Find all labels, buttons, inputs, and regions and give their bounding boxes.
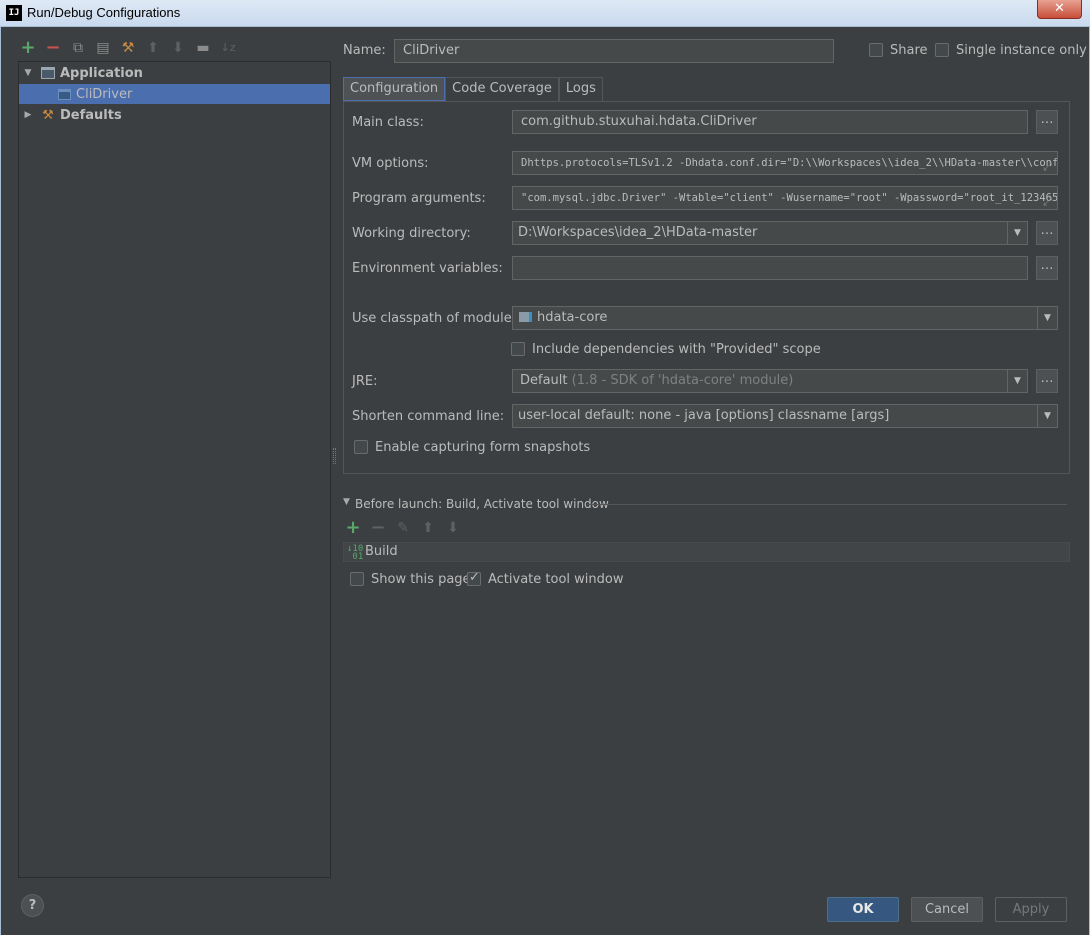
- window-title: Run/Debug Configurations: [27, 5, 181, 20]
- shorten-command-line-label: Shorten command line:: [352, 409, 505, 424]
- tree-item-clidriver[interactable]: CliDriver: [19, 84, 330, 104]
- add-icon[interactable]: +: [20, 39, 36, 57]
- collapse-arrow-icon[interactable]: ▶: [22, 110, 34, 120]
- edit-task-icon[interactable]: ✎: [395, 520, 411, 536]
- build-task-label: Build: [365, 544, 398, 559]
- working-directory-combo[interactable]: D:\Workspaces\idea_2\HData-master ▼: [512, 221, 1028, 245]
- edit-defaults-icon[interactable]: ⚒: [120, 40, 136, 56]
- move-down-icon[interactable]: ⬇: [170, 40, 186, 56]
- activate-tool-window-checkbox[interactable]: [467, 570, 481, 586]
- tree-item-defaults[interactable]: ▶ ⚒ Defaults: [19, 105, 330, 125]
- module-folder-icon: [519, 312, 532, 322]
- defaults-wrench-icon: ⚒: [42, 107, 54, 123]
- share-checkbox[interactable]: [869, 43, 883, 57]
- single-instance-checkbox[interactable]: [935, 43, 949, 57]
- main-class-browse-button[interactable]: …: [1036, 110, 1058, 134]
- add-task-icon[interactable]: +: [345, 519, 361, 537]
- expand-icon[interactable]: ⤢: [1043, 156, 1052, 174]
- program-arguments-label: Program arguments:: [352, 191, 486, 206]
- main-class-field[interactable]: com.github.stuxuhai.hdata.CliDriver: [512, 110, 1028, 134]
- build-binary-icon: ↓10 01: [347, 544, 364, 562]
- working-directory-browse-button[interactable]: …: [1036, 221, 1058, 245]
- panel-splitter[interactable]: [333, 448, 336, 464]
- include-provided-label: Include dependencies with "Provided" sco…: [532, 342, 821, 357]
- single-instance-label: Single instance only: [956, 43, 1087, 58]
- jre-label: JRE:: [352, 374, 378, 389]
- save-icon[interactable]: ▤: [95, 40, 111, 56]
- program-arguments-field[interactable]: "com.mysql.jdbc.Driver" -Wtable="client"…: [512, 186, 1058, 210]
- environment-variables-browse-button[interactable]: …: [1036, 256, 1058, 280]
- before-launch-collapse-icon[interactable]: ▼: [343, 497, 350, 507]
- remove-task-icon[interactable]: −: [370, 519, 386, 537]
- name-label: Name:: [343, 43, 386, 58]
- show-this-page-checkbox[interactable]: [350, 572, 364, 586]
- activate-tool-window-label: Activate tool window: [488, 572, 624, 587]
- vm-options-label: VM options:: [352, 156, 429, 171]
- apply-button[interactable]: Apply: [995, 897, 1067, 922]
- copy-icon[interactable]: ⧉: [70, 40, 86, 56]
- working-directory-value: D:\Workspaces\idea_2\HData-master: [518, 225, 758, 240]
- tree-item-label: Defaults: [60, 107, 122, 123]
- remove-icon[interactable]: −: [45, 39, 61, 57]
- sort-icon[interactable]: ↓z: [220, 40, 236, 56]
- tab-configuration[interactable]: Configuration: [343, 77, 446, 101]
- before-launch-toolbar: + − ✎ ⬆ ⬇: [345, 519, 461, 537]
- move-up-icon[interactable]: ⬆: [145, 40, 161, 56]
- classpath-module-label: Use classpath of module:: [352, 311, 517, 326]
- title-bar: IJ Run/Debug Configurations ✕: [0, 0, 1090, 27]
- configurations-toolbar: + − ⧉ ▤ ⚒ ⬆ ⬇ ▬ ↓z: [20, 38, 236, 58]
- intellij-app-icon: IJ: [6, 5, 22, 21]
- chevron-down-icon[interactable]: ▼: [1007, 222, 1027, 244]
- tree-item-label: Application: [60, 65, 143, 81]
- tab-logs[interactable]: Logs: [558, 77, 603, 101]
- classpath-module-combo[interactable]: hdata-core ▼: [512, 306, 1058, 330]
- name-field[interactable]: CliDriver: [394, 39, 834, 63]
- cancel-button[interactable]: Cancel: [911, 897, 983, 922]
- include-provided-checkbox[interactable]: [511, 342, 525, 356]
- form-snapshots-checkbox[interactable]: [354, 440, 368, 454]
- jre-value: Default: [520, 373, 568, 388]
- config-tabs: Configuration Code Coverage Logs: [343, 77, 603, 101]
- application-icon: [40, 66, 56, 80]
- chevron-down-icon[interactable]: ▼: [1037, 307, 1057, 329]
- chevron-down-icon[interactable]: ▼: [1007, 370, 1027, 392]
- jre-detail: (1.8 - SDK of 'hdata-core' module): [571, 373, 794, 388]
- run-config-icon: [56, 87, 72, 101]
- jre-browse-button[interactable]: …: [1036, 369, 1058, 393]
- tree-item-application[interactable]: ▼ Application: [19, 63, 330, 83]
- main-class-label: Main class:: [352, 115, 424, 130]
- program-arguments-value: "com.mysql.jdbc.Driver" -Wtable="client"…: [521, 192, 1058, 204]
- form-snapshots-label: Enable capturing form snapshots: [375, 440, 591, 455]
- jre-combo[interactable]: Default (1.8 - SDK of 'hdata-core' modul…: [512, 369, 1028, 393]
- classpath-module-value: hdata-core: [537, 310, 608, 325]
- expand-arrow-icon[interactable]: ▼: [22, 68, 34, 78]
- share-label: Share: [890, 43, 928, 58]
- environment-variables-field[interactable]: [512, 256, 1028, 280]
- environment-variables-label: Environment variables:: [352, 261, 503, 276]
- tree-item-label: CliDriver: [76, 86, 133, 102]
- help-button[interactable]: ?: [21, 894, 44, 917]
- window-frame-left: [0, 27, 1, 935]
- move-task-up-icon[interactable]: ⬆: [420, 520, 436, 536]
- shorten-command-line-value: user-local default: none - java [options…: [518, 408, 890, 423]
- working-directory-label: Working directory:: [352, 226, 471, 241]
- configurations-tree: ▼ Application CliDriver ▶ ⚒ Defaults: [18, 61, 331, 878]
- ok-button[interactable]: OK: [827, 897, 899, 922]
- close-window-button[interactable]: ✕: [1037, 0, 1082, 19]
- before-launch-build-item[interactable]: ↓10 01 Build: [343, 542, 1070, 562]
- folder-icon[interactable]: ▬: [195, 40, 211, 56]
- expand-icon[interactable]: ⤢: [1043, 191, 1052, 209]
- tab-code-coverage[interactable]: Code Coverage: [445, 77, 559, 101]
- show-this-page-label: Show this page: [371, 572, 471, 587]
- shorten-command-line-combo[interactable]: user-local default: none - java [options…: [512, 404, 1058, 428]
- before-launch-title[interactable]: Before launch: Build, Activate tool wind…: [355, 497, 609, 511]
- vm-options-value: Dhttps.protocols=TLSv1.2 -Dhdata.conf.di…: [521, 157, 1058, 169]
- move-task-down-icon[interactable]: ⬇: [445, 520, 461, 536]
- before-launch-separator: [587, 504, 1067, 505]
- chevron-down-icon[interactable]: ▼: [1037, 405, 1057, 427]
- vm-options-field[interactable]: Dhttps.protocols=TLSv1.2 -Dhdata.conf.di…: [512, 151, 1058, 175]
